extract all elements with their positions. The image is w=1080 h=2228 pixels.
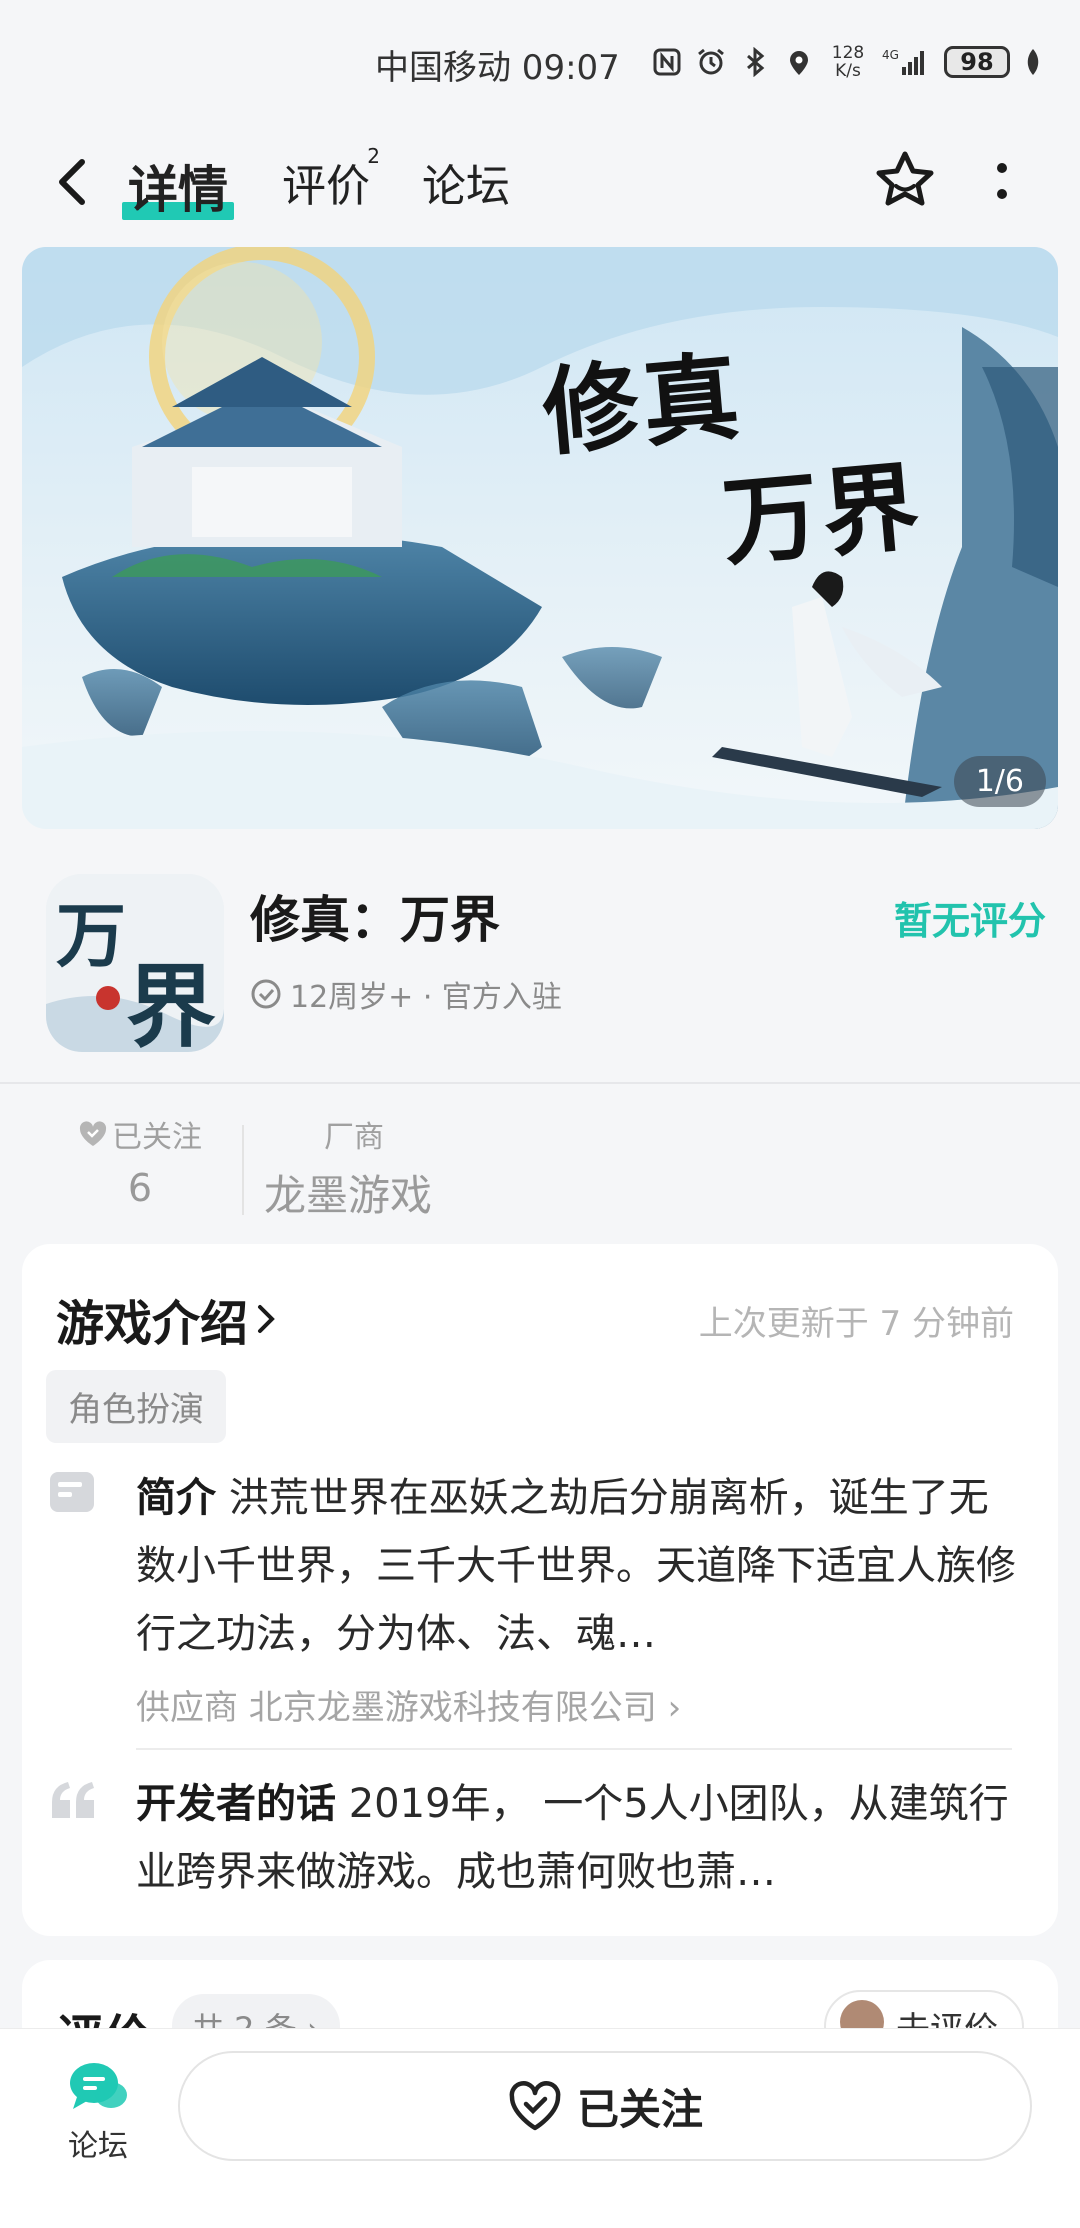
favorite-star-icon[interactable] xyxy=(872,148,938,214)
forum-chat-icon xyxy=(70,2063,127,2109)
rating-status: 暂无评分 xyxy=(893,899,1046,943)
location-icon xyxy=(790,51,808,75)
maker-name: 龙墨游戏 xyxy=(264,1171,433,1220)
leaf-icon xyxy=(1027,49,1039,75)
top-nav: 详情 评价 2 论坛 xyxy=(0,140,1080,240)
followed-button[interactable]: 已关注 xyxy=(178,2051,1032,2161)
chevron-right-icon xyxy=(258,1305,275,1333)
maker-stat[interactable]: 厂商 龙墨游戏 xyxy=(264,1112,432,1223)
follow-count: 6 xyxy=(127,1166,153,1210)
maker-label: 厂商 xyxy=(324,1120,384,1155)
net-speed: 128 K/s xyxy=(831,43,865,81)
age-info: 12周岁+ · 官方入驻 xyxy=(250,972,562,1016)
heart-check-icon xyxy=(509,2081,561,2131)
battery-indicator: 98 xyxy=(944,46,1010,78)
carrier-time: 中国移动 09:07 xyxy=(375,48,620,88)
bottom-action-bar: 论坛 已关注 xyxy=(0,2028,1080,2228)
stat-separator xyxy=(242,1125,244,1215)
alarm-icon xyxy=(698,48,724,75)
game-summary[interactable]: 简介 洪荒世界在巫妖之劫后分崩离析，诞生了无数小千世界，三千大千世界。天道降下适… xyxy=(136,1464,1016,1668)
genre-tag[interactable]: 角色扮演 xyxy=(46,1370,226,1443)
carousel-pager: 1/6 xyxy=(953,756,1046,807)
review-count-badge: 2 xyxy=(367,144,380,168)
tab-forum[interactable]: 论坛 xyxy=(422,150,510,214)
banner-title-line2: 万界 xyxy=(718,449,928,580)
follow-stat: 已关注 6 xyxy=(70,1112,210,1210)
app-icon-char-2: 界 xyxy=(126,954,216,1052)
divider xyxy=(0,1082,1080,1084)
game-intro-card: 游戏介绍 上次更新于 7 分钟前 角色扮演 简介 洪荒世界在巫妖之劫后分崩离析，… xyxy=(22,1244,1058,1936)
tab-detail[interactable]: 详情 xyxy=(122,150,234,222)
verified-check-icon xyxy=(251,979,281,1009)
quote-icon xyxy=(52,1782,94,1818)
app-icon: 万 界 xyxy=(46,874,224,1052)
forum-button[interactable]: 论坛 xyxy=(58,2059,138,2165)
summary-text: 洪荒世界在巫妖之劫后分崩离析，诞生了无数小千世界，三千大千世界。天道降下适宜人族… xyxy=(136,1475,1016,1657)
back-arrow-icon[interactable] xyxy=(52,152,92,212)
game-intro-title[interactable]: 游戏介绍 xyxy=(56,1284,280,1354)
summary-label: 简介 xyxy=(136,1475,216,1521)
status-icons: 128 K/s 4G 98 xyxy=(652,44,1042,80)
developer-note[interactable]: 开发者的话 2019年， 一个5人小团队，从建筑行业跨界来做游戏。成也萧何败也萧… xyxy=(136,1770,1016,1906)
last-updated: 上次更新于 7 分钟前 xyxy=(698,1304,1014,1344)
nfc-icon xyxy=(653,48,681,76)
screenshot-carousel[interactable]: 修真 万界 1/6 xyxy=(22,247,1058,829)
heart-icon xyxy=(79,1121,107,1146)
svg-text:4G: 4G xyxy=(882,48,899,62)
tab-review[interactable]: 评价 2 xyxy=(282,144,380,214)
divider xyxy=(136,1748,1012,1750)
age-info-text: 12周岁+ · 官方入驻 xyxy=(290,980,562,1015)
follow-label: 已关注 xyxy=(112,1120,202,1155)
app-icon-char-1: 万 xyxy=(56,894,126,977)
supplier-link[interactable]: 供应商 北京龙墨游戏科技有限公司 › xyxy=(136,1680,681,1729)
forum-label: 论坛 xyxy=(68,2129,128,2164)
developer-note-label: 开发者的话 xyxy=(136,1781,336,1827)
summary-icon xyxy=(50,1472,94,1512)
signal-icon: 4G xyxy=(882,48,924,75)
more-options-icon[interactable] xyxy=(990,160,1014,204)
status-bar: 中国移动 09:07 128 K/s 4G 98 xyxy=(0,0,1080,130)
followed-label: 已关注 xyxy=(576,2084,703,2134)
app-name: 修真：万界 xyxy=(250,891,500,949)
bluetooth-icon xyxy=(747,47,765,77)
